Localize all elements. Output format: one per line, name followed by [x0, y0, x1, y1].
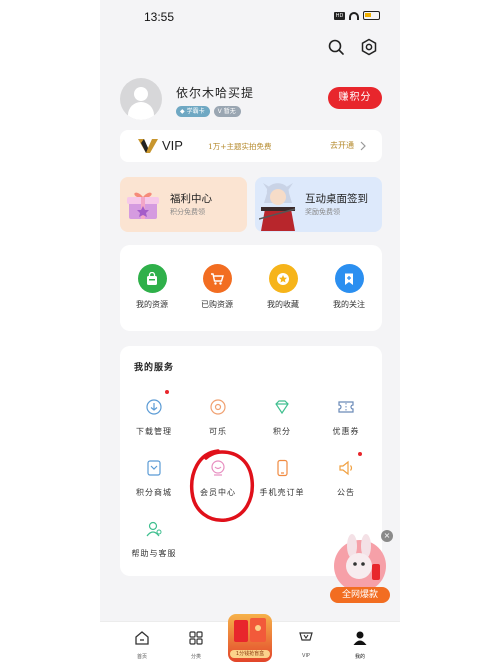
bookmark-icon	[334, 264, 364, 293]
points-icon	[275, 400, 289, 415]
earn-points-button[interactable]: 赚积分	[328, 87, 382, 109]
profile-header: 依尔木哈买提 ◆ 学霸卡 V 暂无 赚积分	[120, 78, 382, 122]
welfare-center-card[interactable]: 福利中心 积分免费领	[120, 177, 247, 232]
coupon-icon	[338, 401, 354, 413]
tab-label: 分类	[190, 654, 201, 660]
tab-label: 首页	[136, 654, 147, 660]
vip-promo-text: 1万+主题实拍免费	[208, 142, 272, 151]
promo-cards: 福利中心 积分免费领 互动桌面签到 奖励免费领	[120, 177, 382, 232]
points-item[interactable]: 积分	[252, 398, 312, 437]
top-actions	[327, 38, 378, 56]
fav-label: 已购资源	[201, 300, 233, 309]
grid-icon	[189, 631, 203, 645]
vip-open-link[interactable]: 去开通	[330, 140, 366, 151]
service-label: 积分	[273, 427, 291, 436]
tab-home[interactable]: 首页	[122, 630, 162, 660]
promo-label: 全网爆款	[330, 587, 390, 603]
search-icon[interactable]	[327, 38, 345, 56]
download-icon	[146, 399, 162, 415]
fav-label: 我的收藏	[267, 300, 299, 309]
red-envelope-icon	[234, 618, 266, 642]
phone-case-icon	[277, 459, 288, 477]
status-time: 13:55	[144, 10, 175, 24]
purchased-resources-item[interactable]: 已购资源	[189, 264, 245, 310]
settings-icon[interactable]	[360, 38, 378, 56]
card-subtitle: 奖励免费领	[305, 208, 340, 216]
my-follows-item[interactable]: 我的关注	[321, 264, 377, 310]
download-manager-item[interactable]: 下载管理	[124, 398, 184, 437]
points-mall-icon	[147, 460, 161, 476]
user-icon	[353, 631, 367, 645]
star-icon	[268, 264, 298, 293]
tab-label: 我的	[354, 654, 365, 660]
tab-category[interactable]: 分类	[176, 630, 216, 660]
shopping-bag-icon	[137, 264, 167, 293]
cola-item[interactable]: 可乐	[188, 398, 248, 437]
notification-dot	[165, 390, 169, 394]
wifi-icon	[349, 11, 359, 20]
tab-label: VIP	[302, 653, 310, 659]
vip-banner[interactable]: VIP 1万+主题实拍免费 去开通	[120, 130, 382, 162]
card-subtitle: 积分免费领	[170, 208, 205, 216]
help-icon	[146, 521, 162, 537]
vip-logo-text: VIP	[162, 138, 183, 153]
my-resources-item[interactable]: 我的资源	[124, 264, 180, 310]
notification-dot	[358, 452, 362, 456]
card-title: 福利中心	[170, 193, 212, 205]
anime-character-image	[259, 183, 296, 231]
status-icons: HD	[334, 11, 380, 20]
cart-icon	[202, 264, 232, 293]
service-label: 积分商城	[136, 488, 172, 497]
service-label: 公告	[337, 488, 355, 497]
gift-box-icon	[127, 192, 159, 219]
battery-icon	[363, 11, 380, 20]
fav-label: 我的资源	[136, 300, 168, 309]
badge-row: ◆ 学霸卡 V 暂无	[176, 106, 241, 117]
service-label: 可乐	[209, 427, 227, 436]
quick-links-panel: 我的资源 已购资源 我的收藏 我的关注	[120, 245, 382, 331]
phone-case-order-item[interactable]: 手机壳订单	[252, 459, 312, 498]
floating-promo[interactable]: × 全网爆款	[326, 530, 396, 604]
service-label: 优惠券	[332, 427, 360, 436]
badge-label: 暂无	[223, 108, 236, 115]
annotation-circle	[189, 449, 255, 522]
service-label: 帮助与客服	[131, 549, 177, 558]
service-label: 下载管理	[136, 427, 172, 436]
tab-blind-box-promo[interactable]: 1分钱抢盲盒	[228, 614, 272, 662]
tab-center-label: 1分钱抢盲盒	[230, 650, 270, 658]
tab-vip[interactable]: VIP	[286, 630, 326, 659]
chevron-right-icon	[360, 141, 366, 150]
cola-icon	[210, 399, 226, 415]
status-bar: 13:55 HD	[100, 0, 400, 34]
network-hd-icon: HD	[334, 11, 345, 20]
coupon-item[interactable]: 优惠券	[316, 398, 376, 437]
vip-open-label: 去开通	[330, 141, 354, 150]
vip-crown-icon	[138, 138, 158, 153]
announcement-item[interactable]: 公告	[316, 459, 376, 498]
card-title: 互动桌面签到	[305, 193, 368, 205]
badge-vip-none[interactable]: V 暂无	[213, 106, 241, 117]
announcement-icon	[339, 460, 353, 476]
rabbit-mascot-image	[334, 534, 386, 592]
service-label: 手机壳订单	[259, 488, 305, 497]
home-icon	[135, 631, 149, 645]
vip-logo: VIP	[138, 138, 183, 153]
help-service-item[interactable]: 帮助与客服	[124, 520, 184, 559]
my-favorites-item[interactable]: 我的收藏	[255, 264, 311, 310]
points-mall-item[interactable]: 积分商城	[124, 459, 184, 498]
badge-label: 学霸卡	[186, 108, 205, 115]
bottom-tab-bar: 首页 分类 1分钱抢盲盒 VIP 我的	[100, 614, 400, 666]
tab-mine[interactable]: 我的	[340, 630, 380, 660]
phone-screen: 13:55 HD 依尔木哈买提 ◆ 学霸卡 V 暂无 赚积分 VIP 1万+主题…	[100, 0, 400, 666]
section-title: 我的服务	[134, 363, 175, 373]
fav-label: 我的关注	[333, 300, 365, 309]
badge-study-card[interactable]: ◆ 学霸卡	[176, 106, 210, 117]
desktop-checkin-card[interactable]: 互动桌面签到 奖励免费领	[255, 177, 382, 232]
username[interactable]: 依尔木哈买提	[176, 84, 254, 101]
avatar[interactable]	[120, 78, 162, 120]
vip-icon	[299, 632, 313, 641]
